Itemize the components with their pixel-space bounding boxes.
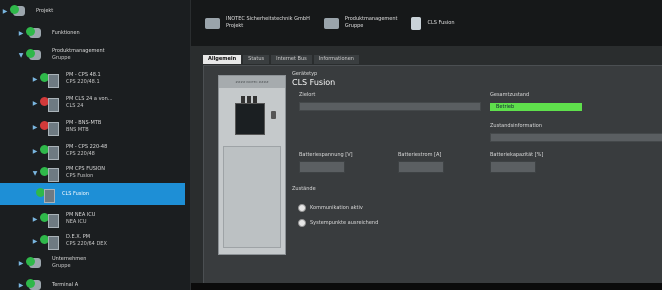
breadcrumb-label: CLS Fusion: [427, 19, 455, 26]
group-icon: [323, 17, 339, 29]
tree-item-label: PM - CPS 48.1 CPS 220/48.1: [66, 72, 101, 85]
device-door: [223, 146, 281, 248]
zustandsinformation-field[interactable]: [490, 133, 662, 142]
device-lock: [271, 111, 276, 119]
expand-arrow-icon[interactable]: ▶: [16, 30, 26, 37]
tree-item-nea-icu[interactable]: ▶ PM NEA ICU NEA ICU: [30, 208, 95, 230]
expand-arrow-icon[interactable]: ▶: [30, 148, 40, 155]
device-error-icon: [40, 95, 62, 112]
tree-item-bns-mtb[interactable]: ▶ PM - BNS-MTB BNS MTB: [30, 116, 101, 138]
tree-item-cls-24[interactable]: ▶ PM CLS 24 a von... CLS 24: [30, 92, 113, 114]
breadcrumb-label: INOTEC Sicherheitstechnik GmbH Projekt: [226, 16, 310, 29]
tree-item-label: PM NEA ICU NEA ICU: [66, 212, 96, 225]
battery-current-field[interactable]: [398, 161, 444, 173]
zustandsinformation-label: Zustandsinformation: [490, 123, 543, 129]
tree-item-terminal-a[interactable]: ▶ Terminal A: [16, 274, 78, 290]
device-image: #### INOTEC ####: [218, 75, 286, 255]
device-brand-label: #### INOTEC ####: [219, 76, 285, 88]
device-icon: [40, 233, 62, 250]
device-icon: [40, 71, 62, 88]
zielort-label: Zielort: [299, 92, 316, 98]
tree-item-cps-fusion[interactable]: ▼ PM CPS FUSION CPS Fusion: [30, 162, 105, 184]
expand-arrow-icon[interactable]: ▶: [16, 282, 26, 289]
expand-arrow-icon[interactable]: ▶: [0, 8, 10, 15]
battery-current-label: Batteriestrom [A]: [398, 152, 442, 158]
bottom-edge: [191, 283, 662, 290]
details-panel: #### INOTEC #### Gerätetyp CLS Fusion Zi…: [203, 65, 662, 285]
breadcrumb-item-device[interactable]: CLS Fusion: [411, 16, 455, 30]
tree-item-unternehmen[interactable]: ▶ Unternehmen Gruppe: [16, 252, 87, 274]
device-icon: [40, 143, 62, 160]
gesamtzustand-status: Betrieb: [490, 103, 582, 111]
device-type-label: Gerätetyp: [292, 71, 318, 77]
systempunkte-radio[interactable]: [298, 219, 306, 227]
tree-item-label: PM - BNS-MTB BNS MTB: [66, 120, 102, 133]
project-icon: [10, 3, 32, 19]
tree-item-label: D.E.X. PM CPS 220/64 DEX: [66, 234, 107, 247]
device-type-value: CLS Fusion: [292, 78, 336, 87]
expand-arrow-icon[interactable]: ▶: [30, 216, 40, 223]
tree-item-label: CLS Fusion: [62, 190, 90, 197]
tree-item-label: Produktmanagement Gruppe: [52, 48, 105, 61]
breadcrumb-item-project[interactable]: INOTEC Sicherheitstechnik GmbH Projekt: [205, 16, 310, 30]
breadcrumb-item-group[interactable]: Produktmanagement Gruppe: [323, 16, 398, 30]
expand-arrow-icon[interactable]: ▶: [16, 260, 26, 267]
device-icon: [411, 16, 422, 30]
expand-arrow-icon[interactable]: ▶: [30, 100, 40, 107]
tab-status[interactable]: Status: [243, 55, 270, 64]
device-tree: ▶ Projekt ▶ Funktionen ▼ Produktmanageme…: [0, 0, 191, 290]
expand-arrow-icon[interactable]: ▶: [30, 76, 40, 83]
group-icon: [26, 277, 48, 290]
group-icon: [26, 255, 48, 271]
collapse-arrow-icon[interactable]: ▼: [16, 52, 26, 59]
tab-internet-bus[interactable]: Internet Bus: [271, 55, 312, 64]
device-error-icon: [40, 119, 62, 136]
battery-voltage-label: Batteriespannung [V]: [299, 152, 353, 158]
tab-bar: Allgemein Status Internet Bus Informatio…: [203, 55, 361, 65]
tree-item-label: PM CPS FUSION CPS Fusion: [66, 166, 106, 179]
group-icon: [26, 47, 48, 63]
device-icon: [40, 211, 62, 228]
device-icon: [36, 186, 58, 203]
collapse-arrow-icon[interactable]: ▼: [30, 170, 40, 177]
tab-informationen[interactable]: Informationen: [313, 55, 359, 64]
kommunikation-radio[interactable]: [298, 204, 306, 212]
systempunkte-label: Systempunkte ausreichend: [310, 220, 379, 226]
kommunikation-label: Kommunikation aktiv: [310, 205, 363, 211]
tree-item-funktionen[interactable]: ▶ Funktionen: [16, 22, 80, 44]
company-icon: [205, 17, 220, 29]
tree-item-cps-220-48[interactable]: ▶ PM - CPS 220-48 CPS 220/48: [30, 140, 107, 162]
expand-arrow-icon[interactable]: ▶: [30, 124, 40, 131]
gesamtzustand-label: Gesamtzustand: [490, 92, 530, 98]
zielort-field[interactable]: [299, 102, 481, 111]
tree-item-label: PM CLS 24 a von... CLS 24: [66, 96, 113, 109]
battery-capacity-label: Batteriekapazität [%]: [490, 152, 544, 158]
tree-item-label: Projekt: [36, 7, 54, 14]
battery-capacity-field[interactable]: [490, 161, 536, 173]
main-content: INOTEC Sicherheitstechnik GmbH Projekt Pr…: [191, 0, 662, 290]
tree-item-label: Terminal A: [52, 281, 79, 288]
expand-arrow-icon[interactable]: ▶: [30, 238, 40, 245]
tree-item-cps-48-1[interactable]: ▶ PM - CPS 48.1 CPS 220/48.1: [30, 68, 101, 90]
breadcrumb-label: Produktmanagement Gruppe: [344, 16, 398, 29]
tree-item-produktmanagement[interactable]: ▼ Produktmanagement Gruppe: [16, 44, 105, 66]
tree-item-label: Funktionen: [52, 29, 80, 36]
device-display: [235, 103, 265, 135]
tab-allgemein[interactable]: Allgemein: [203, 55, 242, 64]
tree-item-cls-fusion[interactable]: CLS Fusion: [0, 183, 185, 205]
tree-item-label: PM - CPS 220-48 CPS 220/48: [66, 144, 108, 157]
functions-icon: [26, 25, 48, 41]
tree-item-projekt[interactable]: ▶ Projekt: [0, 0, 53, 22]
battery-voltage-field[interactable]: [299, 161, 345, 173]
tree-item-dex[interactable]: ▶ D.E.X. PM CPS 220/64 DEX: [30, 230, 107, 252]
breadcrumb: INOTEC Sicherheitstechnik GmbH Projekt Pr…: [191, 0, 662, 46]
device-icon: [40, 165, 62, 182]
zustaende-label: Zustände: [292, 186, 316, 192]
tree-item-label: Unternehmen Gruppe: [52, 256, 87, 269]
